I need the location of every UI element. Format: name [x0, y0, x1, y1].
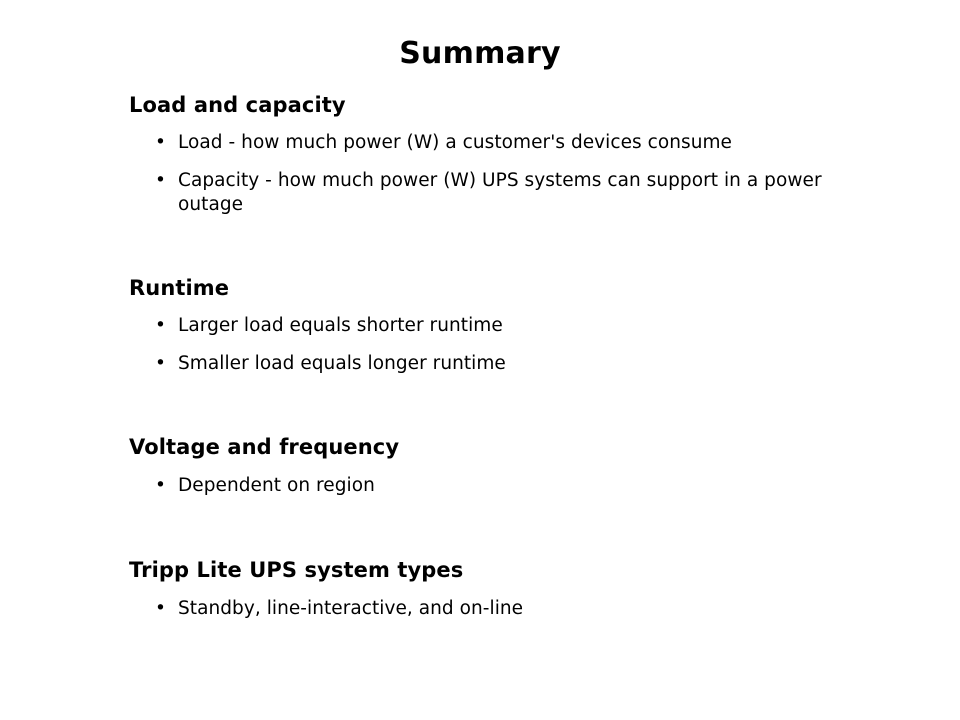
- bullet-list: • Standby, line-interactive, and on-line: [129, 597, 849, 622]
- list-item-text: Dependent on region: [178, 474, 375, 496]
- list-item: • Load - how much power (W) a customer's…: [129, 131, 849, 156]
- slide-body: Load and capacity • Load - how much powe…: [129, 92, 849, 621]
- list-item: • Standby, line-interactive, and on-line: [129, 597, 849, 622]
- bullet-dot-icon: •: [155, 315, 166, 337]
- section-heading: Tripp Lite UPS system types: [129, 558, 464, 583]
- list-item-text: Smaller load equals longer runtime: [178, 352, 506, 374]
- bullet-dot-icon: •: [155, 169, 166, 191]
- list-item: • Larger load equals shorter runtime: [129, 314, 849, 339]
- bullet-list: • Larger load equals shorter runtime • S…: [129, 314, 849, 376]
- page-title: Summary: [399, 36, 561, 72]
- bullet-dot-icon: •: [155, 474, 166, 496]
- section-heading: Runtime: [129, 276, 230, 301]
- bullet-list: • Load - how much power (W) a customer's…: [129, 131, 849, 218]
- section-heading: Load and capacity: [129, 93, 346, 117]
- list-item: • Smaller load equals longer runtime: [129, 352, 849, 377]
- list-item-text: Capacity - how much power (W) UPS system…: [178, 169, 822, 216]
- list-item-text: Load - how much power (W) a customer's d…: [178, 132, 732, 154]
- list-item: • Capacity - how much power (W) UPS syst…: [129, 169, 849, 218]
- section-heading: Voltage and frequency: [129, 435, 400, 460]
- section-ups-system-types: Tripp Lite UPS system types • Standby, l…: [129, 557, 849, 621]
- list-item-text: Larger load equals shorter runtime: [178, 315, 503, 337]
- section-runtime: Runtime • Larger load equals shorter run…: [129, 275, 849, 376]
- bullet-dot-icon: •: [155, 597, 166, 619]
- section-load-and-capacity: Load and capacity • Load - how much powe…: [129, 92, 849, 218]
- bullet-dot-icon: •: [155, 352, 166, 374]
- bullet-dot-icon: •: [155, 132, 166, 154]
- slide-canvas: Summary Load and capacity • Load - how m…: [0, 0, 960, 720]
- list-item: • Dependent on region: [129, 474, 849, 499]
- list-item-text: Standby, line-interactive, and on-line: [178, 597, 524, 619]
- bullet-list: • Dependent on region: [129, 474, 849, 499]
- section-voltage-and-frequency: Voltage and frequency • Dependent on reg…: [129, 434, 849, 498]
